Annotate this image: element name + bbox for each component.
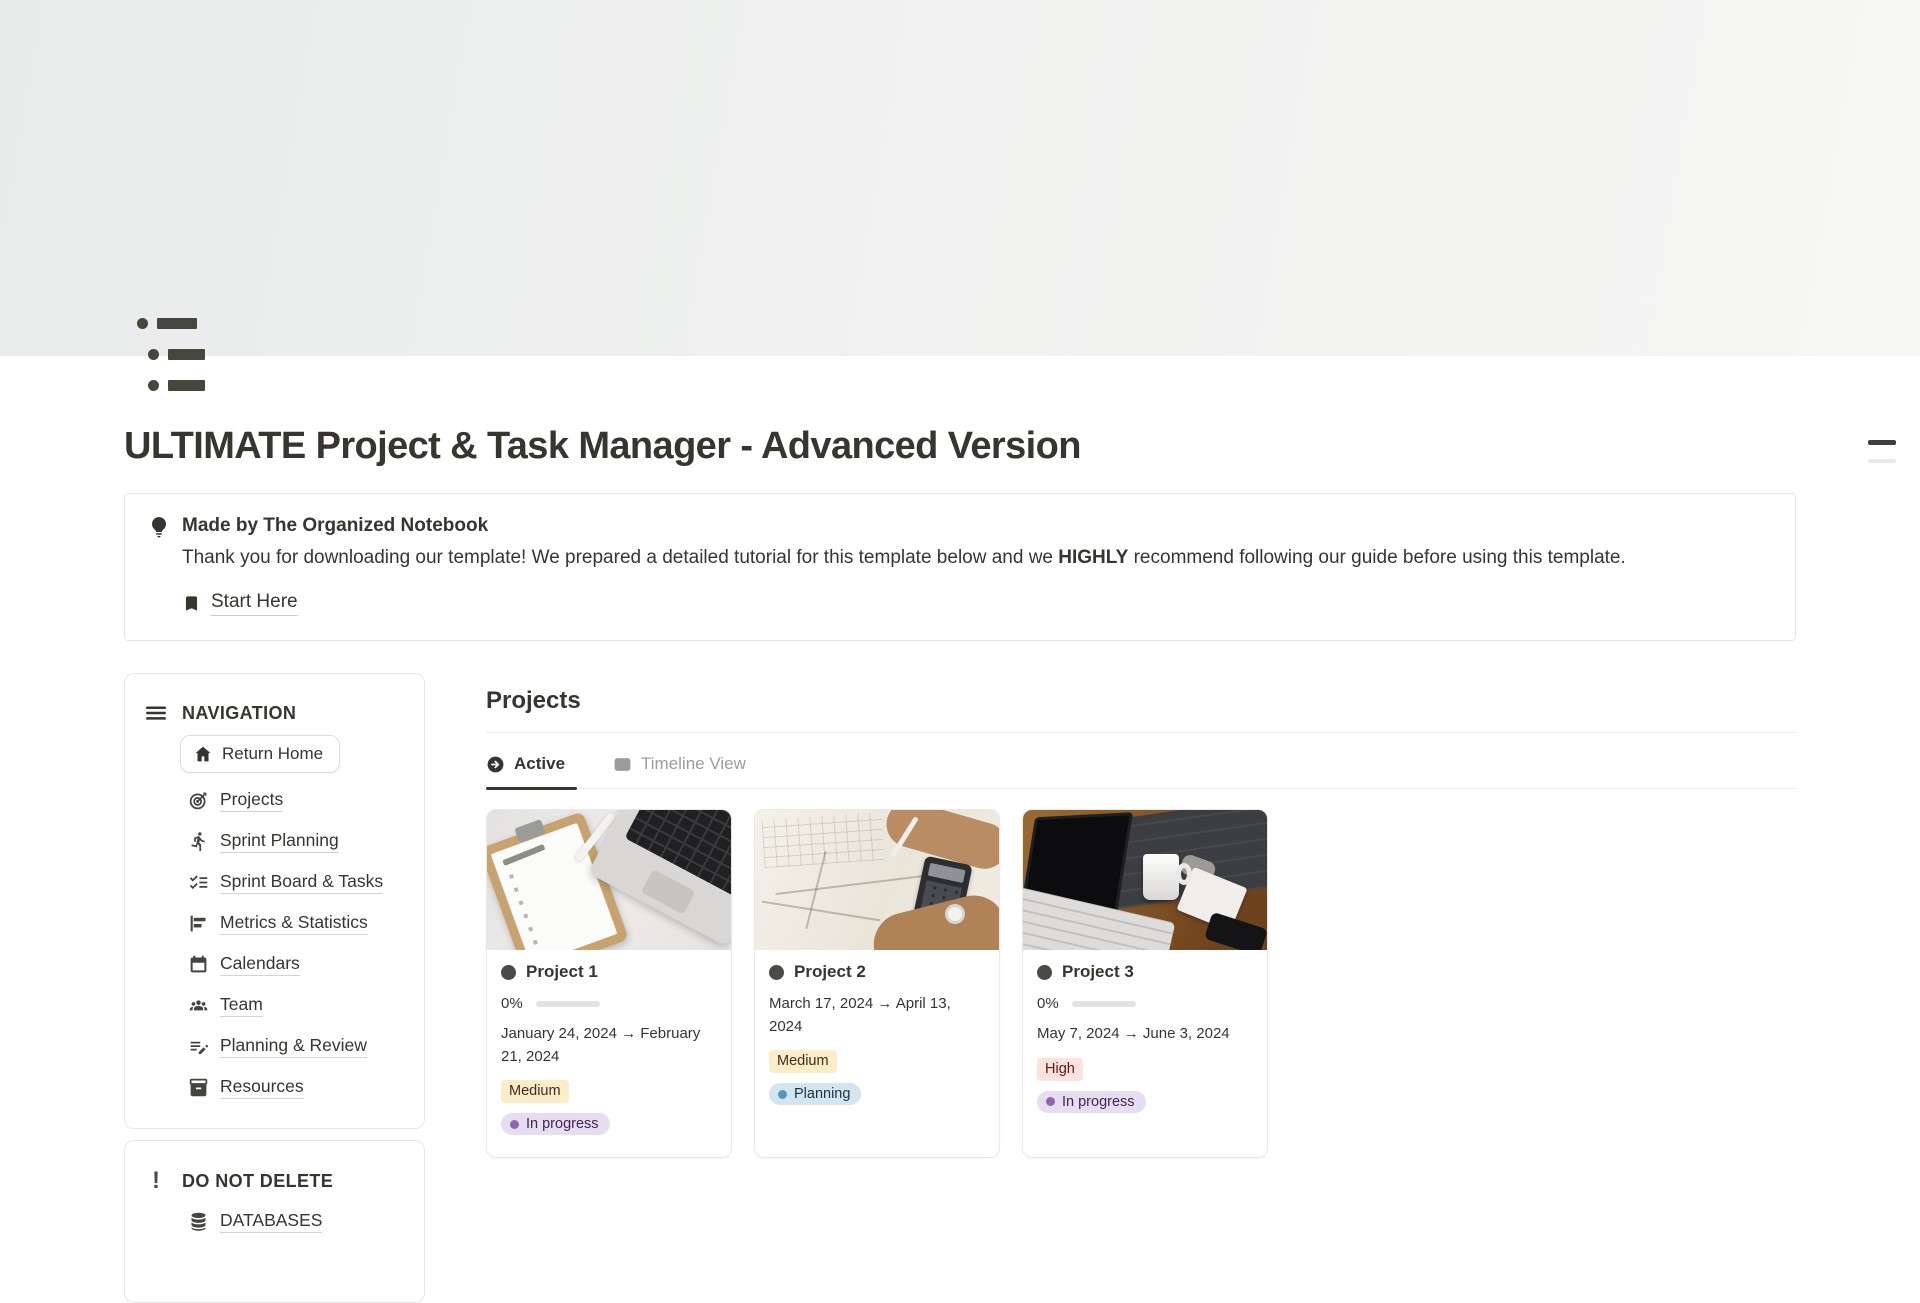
photo-coffee-mug bbox=[1143, 854, 1179, 900]
navigation-header: NAVIGATION bbox=[143, 700, 406, 726]
status-tag: In progress bbox=[1037, 1091, 1146, 1113]
checklist-icon bbox=[188, 872, 209, 893]
start-here-link[interactable]: Start Here bbox=[182, 591, 1626, 616]
view-tabs: Active Timeline View bbox=[486, 754, 1796, 789]
tab-active[interactable]: Active bbox=[486, 754, 577, 788]
table-of-contents-indicator[interactable] bbox=[1868, 440, 1896, 463]
divider bbox=[486, 732, 1796, 733]
sidebar-item-metrics-statistics[interactable]: Metrics & Statistics bbox=[188, 903, 406, 944]
bulleted-list-row bbox=[137, 379, 219, 391]
sidebar-item-team[interactable]: Team bbox=[188, 985, 406, 1026]
project-title-row: Project 1 bbox=[501, 962, 717, 982]
sidebar-item-resources[interactable]: Resources bbox=[188, 1067, 406, 1108]
progress-row: 0% bbox=[1037, 995, 1253, 1012]
navigation-card: NAVIGATION Return Home Projec bbox=[124, 673, 425, 1129]
database-icon bbox=[188, 1211, 209, 1232]
sidebar-item-sprint-board-tasks[interactable]: Sprint Board & Tasks bbox=[188, 862, 406, 903]
tab-timeline-label: Timeline View bbox=[641, 754, 746, 774]
tab-timeline-view[interactable]: Timeline View bbox=[613, 754, 758, 788]
return-home-button[interactable]: Return Home bbox=[180, 735, 340, 773]
sidebar-item-planning-review[interactable]: Planning & Review bbox=[188, 1026, 406, 1067]
project-card-1[interactable]: Project 1 0% January 24, 2024 → February… bbox=[486, 809, 732, 1158]
status-tag: Planning bbox=[769, 1083, 861, 1105]
home-icon bbox=[193, 744, 213, 764]
project-dates: May 7, 2024 → June 3, 2024 bbox=[1037, 1023, 1253, 1046]
main-content: Projects Active Timeline View bbox=[486, 673, 1796, 1158]
sidebar-item-databases[interactable]: DATABASES bbox=[188, 1201, 406, 1242]
people-icon bbox=[188, 995, 209, 1016]
status-dot bbox=[778, 1090, 787, 1099]
status-dot bbox=[510, 1120, 519, 1129]
do-not-delete-header: ! DO NOT DELETE bbox=[143, 1167, 406, 1195]
bar-chart-icon bbox=[188, 913, 209, 934]
calendar-icon bbox=[188, 954, 209, 975]
archive-box-icon bbox=[188, 1077, 209, 1098]
arrow-circle-right-icon bbox=[486, 755, 505, 774]
toc-bar bbox=[1868, 459, 1896, 463]
callout-body: Thank you for downloading our template! … bbox=[182, 544, 1626, 573]
project-title-row: Project 2 bbox=[769, 962, 985, 982]
bulleted-list-row bbox=[137, 317, 219, 329]
sidebar-item-calendars[interactable]: Calendars bbox=[188, 944, 406, 985]
project-2-cover-photo bbox=[755, 810, 999, 950]
projects-heading: Projects bbox=[486, 687, 1796, 715]
navigation-sidebar: NAVIGATION Return Home Projec bbox=[124, 673, 425, 1303]
project-card-2[interactable]: Project 2 March 17, 2024 → April 13, 202… bbox=[754, 809, 1000, 1158]
board-view-icon bbox=[613, 755, 632, 774]
project-dates: January 24, 2024 → February 21, 2024 bbox=[501, 1023, 717, 1068]
project-title-row: Project 3 bbox=[1037, 962, 1253, 982]
page-circle-icon bbox=[501, 965, 516, 980]
navigation-list: Projects Sprint Planning S bbox=[188, 780, 406, 1108]
page-title: ULTIMATE Project & Task Manager - Advanc… bbox=[124, 356, 1796, 468]
toc-bar-current bbox=[1868, 440, 1896, 445]
bulleted-list-row bbox=[137, 348, 219, 360]
callout-title: Made by The Organized Notebook bbox=[182, 514, 1626, 539]
navigation-title: NAVIGATION bbox=[182, 703, 296, 724]
notion-page: ULTIMATE Project & Task Manager - Advanc… bbox=[0, 0, 1920, 1303]
project-dates: March 17, 2024 → April 13, 2024 bbox=[769, 993, 985, 1038]
project-card-3[interactable]: Project 3 0% May 7, 2024 → June 3, 2024 … bbox=[1022, 809, 1268, 1158]
status-dot bbox=[1046, 1097, 1055, 1106]
sidebar-item-sprint-planning[interactable]: Sprint Planning bbox=[188, 821, 406, 862]
priority-tag: Medium bbox=[769, 1050, 837, 1073]
return-home-label: Return Home bbox=[222, 744, 323, 764]
target-icon bbox=[188, 790, 209, 811]
progress-bar bbox=[1072, 1001, 1136, 1007]
do-not-delete-list: DATABASES bbox=[188, 1201, 406, 1242]
page-circle-icon bbox=[1037, 965, 1052, 980]
made-by-callout: Made by The Organized Notebook Thank you… bbox=[124, 493, 1796, 641]
lightbulb-icon bbox=[147, 515, 171, 539]
edit-note-icon bbox=[188, 1036, 209, 1057]
project-1-cover-photo bbox=[487, 810, 731, 950]
progress-value: 0% bbox=[1037, 995, 1059, 1012]
do-not-delete-card: ! DO NOT DELETE DATABASES bbox=[124, 1140, 425, 1303]
hamburger-menu-icon bbox=[143, 700, 169, 726]
tab-active-label: Active bbox=[514, 754, 565, 774]
priority-tag: Medium bbox=[501, 1080, 569, 1103]
project-3-cover-photo bbox=[1023, 810, 1267, 950]
do-not-delete-title: DO NOT DELETE bbox=[182, 1171, 333, 1192]
page-circle-icon bbox=[769, 965, 784, 980]
priority-tag: High bbox=[1037, 1058, 1083, 1081]
project-gallery: Project 1 0% January 24, 2024 → February… bbox=[486, 809, 1796, 1158]
runner-icon bbox=[188, 831, 209, 852]
progress-row: 0% bbox=[501, 995, 717, 1012]
exclamation-icon: ! bbox=[143, 1167, 169, 1195]
progress-value: 0% bbox=[501, 995, 523, 1012]
page-icon-bulleted-list[interactable] bbox=[137, 317, 219, 391]
page-cover-image bbox=[0, 0, 1920, 356]
bookmark-icon bbox=[182, 594, 201, 613]
start-here-label: Start Here bbox=[211, 591, 298, 616]
callout-content: Made by The Organized Notebook Thank you… bbox=[182, 514, 1626, 616]
sidebar-item-projects[interactable]: Projects bbox=[188, 780, 406, 821]
status-tag: In progress bbox=[501, 1113, 610, 1135]
progress-bar bbox=[536, 1001, 600, 1007]
